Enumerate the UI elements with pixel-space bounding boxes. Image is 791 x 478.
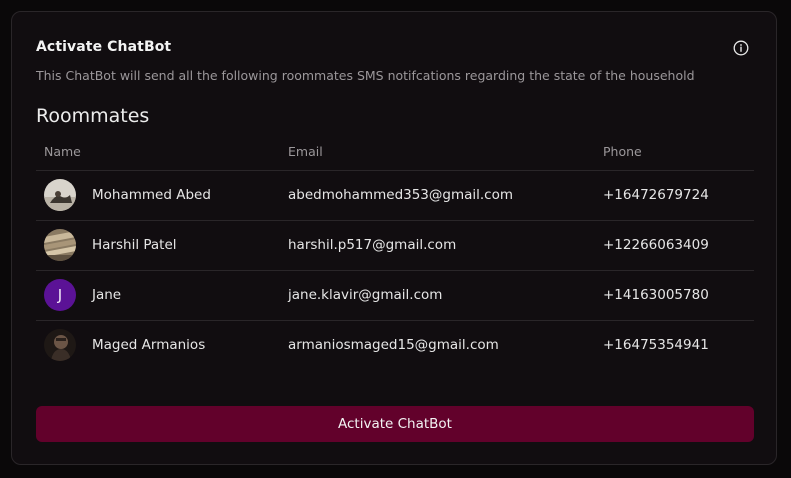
roommate-phone: +16475354941	[603, 337, 709, 353]
activate-chatbot-card: Activate ChatBot This ChatBot will send …	[11, 11, 777, 465]
avatar	[44, 179, 76, 211]
avatar	[44, 229, 76, 261]
column-header-phone: Phone	[603, 144, 642, 159]
roommate-name: Harshil Patel	[92, 237, 177, 253]
activate-chatbot-button[interactable]: Activate ChatBot	[36, 406, 754, 442]
roommates-table: Name Email Phone Mohammed Abed abedmoham…	[36, 140, 754, 370]
roommate-email: jane.klavir@gmail.com	[288, 287, 443, 303]
table-header: Name Email Phone	[36, 140, 754, 171]
roommate-phone: +12266063409	[603, 237, 709, 253]
table-row: Mohammed Abed abedmohammed353@gmail.com …	[36, 171, 754, 221]
info-icon[interactable]	[733, 40, 749, 56]
roommate-name: Jane	[92, 287, 122, 303]
roommate-phone: +16472679724	[603, 187, 709, 203]
card-title: Activate ChatBot	[36, 39, 172, 55]
avatar	[44, 329, 76, 361]
roommate-name: Maged Armanios	[92, 337, 206, 353]
table-row: Maged Armanios armaniosmaged15@gmail.com…	[36, 321, 754, 370]
roommate-name: Mohammed Abed	[92, 187, 211, 203]
column-header-email: Email	[288, 144, 323, 159]
roommates-heading: Roommates	[36, 105, 150, 127]
table-row: J Jane jane.klavir@gmail.com +1416300578…	[36, 271, 754, 321]
table-row: Harshil Patel harshil.p517@gmail.com +12…	[36, 221, 754, 271]
roommate-phone: +14163005780	[603, 287, 709, 303]
roommate-email: armaniosmaged15@gmail.com	[288, 337, 499, 353]
avatar: J	[44, 279, 76, 311]
roommate-email: abedmohammed353@gmail.com	[288, 187, 514, 203]
card-description: This ChatBot will send all the following…	[36, 68, 695, 83]
column-header-name: Name	[44, 144, 81, 159]
roommate-email: harshil.p517@gmail.com	[288, 237, 457, 253]
